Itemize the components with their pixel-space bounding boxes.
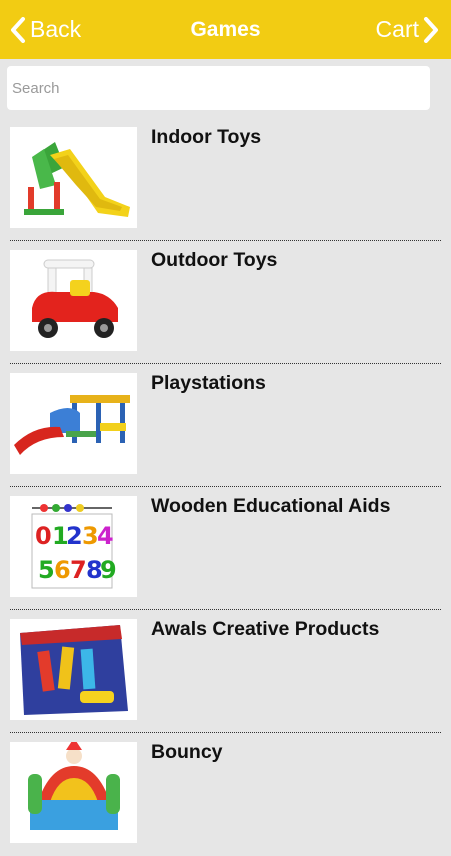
chevron-left-icon [11, 16, 25, 43]
category-list: Indoor Toys Outdoor Toys Playstations 0 … [0, 118, 451, 856]
item-label: Indoor Toys [151, 126, 262, 148]
cart-button[interactable]: Cart [376, 0, 439, 59]
ride-on-car-image [10, 250, 137, 351]
playground-image [10, 373, 137, 474]
item-label: Playstations [151, 372, 266, 394]
back-label: Back [30, 16, 82, 42]
slide-image [10, 127, 137, 228]
svg-text:5: 5 [38, 556, 55, 584]
list-item-playstations[interactable]: Playstations [0, 364, 451, 487]
game-box-image [10, 619, 137, 720]
list-item-awals-creative-products[interactable]: Awals Creative Products [0, 610, 451, 733]
cart-label: Cart [375, 16, 419, 42]
svg-text:9: 9 [100, 556, 117, 584]
svg-text:4: 4 [97, 522, 114, 550]
search-bar [7, 66, 430, 110]
item-label: Wooden Educational Aids [151, 495, 391, 517]
item-label: Awals Creative Products [151, 618, 380, 640]
nav-bar: Back Games Cart [0, 0, 451, 59]
list-item-outdoor-toys[interactable]: Outdoor Toys [0, 241, 451, 364]
number-board-image: 0 1 2 3 4 5 6 7 8 9 [10, 496, 137, 597]
svg-text:6: 6 [54, 556, 71, 584]
back-button[interactable]: Back [10, 0, 81, 59]
bouncy-castle-image [10, 742, 137, 843]
list-item-bouncy[interactable]: Bouncy [0, 733, 451, 856]
item-label: Outdoor Toys [151, 249, 278, 271]
item-label: Bouncy [151, 741, 223, 763]
svg-text:7: 7 [70, 556, 87, 584]
svg-text:0: 0 [35, 522, 52, 550]
list-item-indoor-toys[interactable]: Indoor Toys [0, 118, 451, 241]
search-input[interactable] [7, 66, 430, 110]
svg-text:2: 2 [66, 522, 83, 550]
list-item-wooden-educational-aids[interactable]: 0 1 2 3 4 5 6 7 8 9 Wooden Educational A… [0, 487, 451, 610]
chevron-right-icon [424, 16, 438, 43]
